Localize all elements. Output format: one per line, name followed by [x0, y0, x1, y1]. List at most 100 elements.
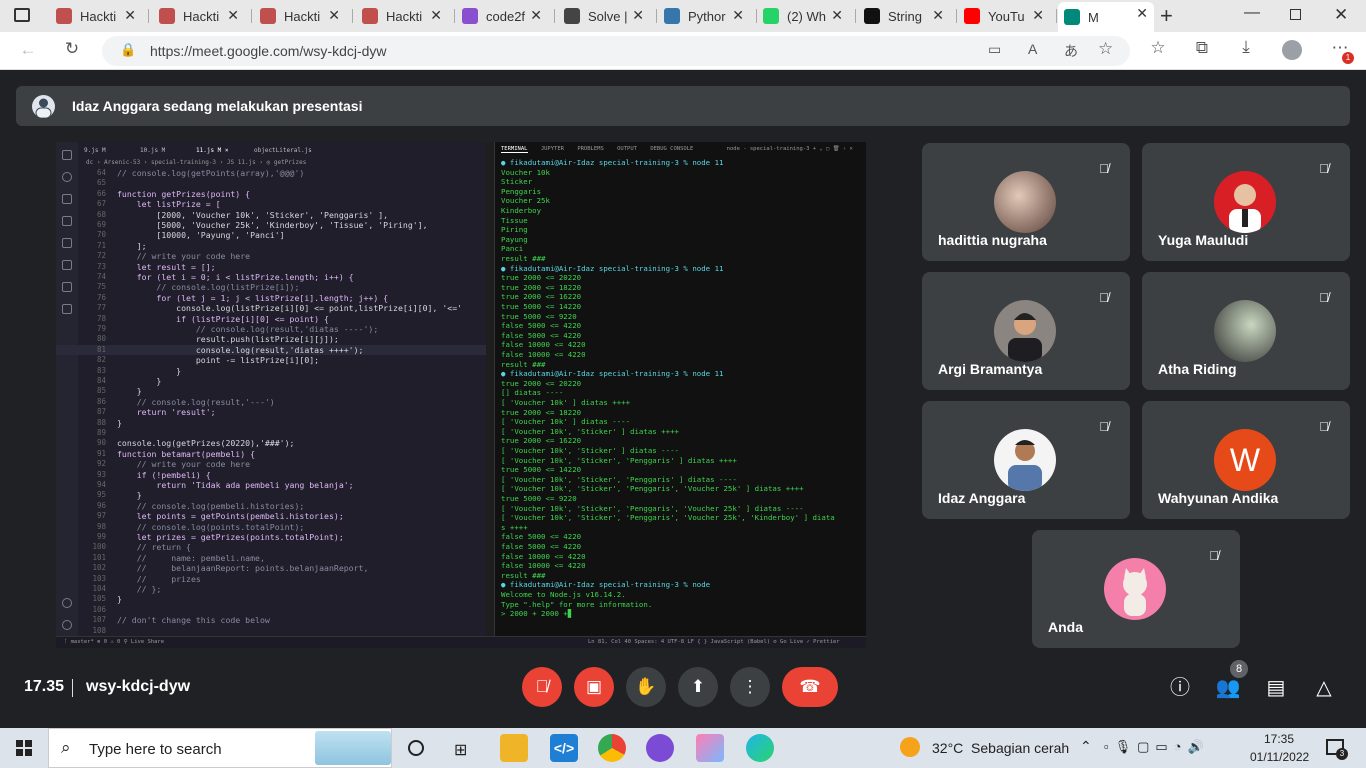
- participant-tile[interactable]: 🎙̸ Atha Riding: [1142, 272, 1350, 390]
- camera-permission-icon[interactable]: ▭: [988, 41, 1001, 58]
- chrome-icon[interactable]: [598, 734, 626, 762]
- app-icon[interactable]: [696, 734, 724, 762]
- code-line: 102 // belanjaanReport: points.belanjaan…: [56, 563, 486, 573]
- line-number: 81: [96, 344, 106, 354]
- tab-actions-icon[interactable]: [14, 8, 30, 22]
- browser-tab[interactable]: Hackti ✕: [50, 4, 142, 28]
- browser-tab[interactable]: Pythor ✕: [658, 4, 750, 28]
- code-text: // };: [117, 584, 162, 594]
- vscode-icon[interactable]: </>: [550, 734, 578, 762]
- collections-icon[interactable]: ⧉: [1190, 38, 1214, 58]
- address-bar[interactable]: 🔒 https://meet.google.com/wsy-kdcj-dyw ▭…: [102, 36, 1130, 66]
- file-explorer-icon[interactable]: [500, 734, 528, 762]
- participant-tile-self[interactable]: 🎙̸ Anda: [1032, 530, 1240, 648]
- more-options-button[interactable]: ⋮: [730, 667, 770, 707]
- cortana-icon[interactable]: [408, 740, 424, 756]
- google-meet-icon: [1064, 9, 1080, 25]
- camera-toggle-button[interactable]: ▣: [574, 667, 614, 707]
- code-text: [2000, 'Voucher 10k', 'Sticker', 'Pengga…: [117, 209, 389, 220]
- divider: [72, 679, 73, 697]
- code-line: 99 let prizes = getPrizes(points.totalPo…: [56, 532, 486, 542]
- browser-tab[interactable]: code2f ✕: [456, 4, 548, 28]
- browser-tab[interactable]: Hackti ✕: [254, 4, 346, 28]
- browser-tab[interactable]: Solve | ✕: [558, 4, 650, 28]
- line-number: 66: [96, 188, 106, 198]
- raise-hand-button[interactable]: ✋: [626, 667, 666, 707]
- close-tab-icon[interactable]: ✕: [632, 7, 644, 24]
- close-tab-icon[interactable]: ✕: [124, 7, 136, 24]
- editor-tab: objectLiteral.js: [254, 147, 312, 154]
- url-text[interactable]: https://meet.google.com/wsy-kdcj-dyw: [150, 43, 387, 59]
- terminal-line: Kinderboy: [501, 206, 542, 215]
- edge-icon[interactable]: [746, 734, 774, 762]
- refresh-icon[interactable]: ↻: [60, 39, 84, 59]
- code-text: }: [117, 365, 182, 376]
- browser-tab[interactable]: (2) Wh ✕: [757, 4, 849, 28]
- meeting-info-icon[interactable]: ⓘ: [1167, 675, 1193, 701]
- browser-tab[interactable]: Hackti ✕: [153, 4, 245, 28]
- line-number: 102: [92, 563, 106, 573]
- participant-tile[interactable]: 🎙̸ Argi Bramantya: [922, 272, 1130, 390]
- code-line: 88}: [56, 418, 486, 428]
- participant-avatar: W: [1214, 429, 1276, 491]
- code-line: 108: [56, 626, 486, 636]
- add-favorite-icon[interactable]: ☆: [1098, 39, 1113, 59]
- code-text: let points = getPoints(pembeli.histories…: [117, 511, 344, 522]
- taskbar-date[interactable]: 01/11/2022: [1250, 750, 1309, 764]
- tray-icons[interactable]: ▫🎙▢▭◔🔊: [1104, 739, 1210, 755]
- close-tab-icon[interactable]: ✕: [1136, 5, 1148, 22]
- favorites-icon[interactable]: ☆: [1146, 38, 1170, 58]
- show-hidden-icons-icon[interactable]: ⌃: [1080, 738, 1092, 755]
- chat-icon[interactable]: ▤: [1263, 675, 1289, 701]
- line-number: 74: [96, 272, 106, 281]
- participant-tile[interactable]: 🎙̸ Idaz Anggara: [922, 401, 1130, 519]
- participant-tile[interactable]: 🎙̸ W Wahyunan Andika: [1142, 401, 1350, 519]
- close-tab-icon[interactable]: ✕: [530, 7, 542, 24]
- close-tab-icon[interactable]: ✕: [932, 7, 944, 24]
- close-window-button[interactable]: ✕: [1334, 5, 1348, 25]
- line-number: 92: [96, 459, 106, 469]
- taskbar-time[interactable]: 17:35: [1264, 732, 1294, 746]
- code-text: ];: [117, 240, 147, 251]
- new-tab-button[interactable]: +: [1160, 3, 1173, 29]
- line-number: 85: [96, 386, 106, 396]
- browser-tab[interactable]: Hackti ✕: [356, 4, 448, 28]
- present-button[interactable]: ⬆: [678, 667, 718, 707]
- participant-tile[interactable]: 🎙̸ Yuga Mauludi: [1142, 143, 1350, 261]
- tab-title: String: [888, 8, 922, 24]
- code-line: 107 // don't change this code below: [56, 615, 486, 625]
- close-tab-icon[interactable]: ✕: [430, 7, 442, 24]
- terminal-line: Sticker: [501, 177, 533, 187]
- code-line: 92 // write your code here: [56, 459, 486, 469]
- read-aloud-icon[interactable]: A: [1028, 41, 1037, 57]
- participant-tile[interactable]: 🎙̸ hadittia nugraha: [922, 143, 1130, 261]
- minimize-button[interactable]: —: [1244, 4, 1260, 22]
- line-number: 108: [92, 625, 106, 635]
- browser-tab[interactable]: M ✕: [1058, 2, 1154, 32]
- close-tab-icon[interactable]: ✕: [227, 7, 239, 24]
- browser-tab[interactable]: String ✕: [858, 4, 950, 28]
- translate-icon[interactable]: あ: [1064, 41, 1078, 61]
- close-tab-icon[interactable]: ✕: [732, 7, 744, 24]
- profile-avatar[interactable]: [1282, 40, 1302, 60]
- close-tab-icon[interactable]: ✕: [1032, 7, 1044, 24]
- weather-text[interactable]: 32°C Sebagian cerah: [932, 740, 1069, 756]
- mic-toggle-button[interactable]: 🎙̸: [522, 667, 562, 707]
- browser-tab[interactable]: YouTu ✕: [958, 4, 1050, 28]
- code-text: // name: pembeli.name,: [117, 552, 265, 563]
- people-icon[interactable]: 👥: [1215, 675, 1241, 701]
- back-icon[interactable]: ←: [16, 40, 40, 60]
- close-tab-icon[interactable]: ✕: [831, 7, 843, 24]
- task-view-icon[interactable]: ⊞: [454, 740, 467, 760]
- close-tab-icon[interactable]: ✕: [328, 7, 340, 24]
- restore-button[interactable]: [1290, 9, 1301, 20]
- line-number: 67: [96, 199, 106, 209]
- taskbar-search-box[interactable]: ⌕ Type here to search: [48, 728, 392, 768]
- downloads-icon[interactable]: ⤓: [1234, 37, 1258, 57]
- leave-call-button[interactable]: ☎: [782, 667, 838, 707]
- activities-icon[interactable]: △: [1311, 675, 1337, 701]
- notification-badge: 1: [1342, 52, 1354, 64]
- firefox-icon[interactable]: [646, 734, 674, 762]
- windows-start-icon[interactable]: [16, 740, 32, 756]
- tab-title: YouTu: [988, 8, 1025, 24]
